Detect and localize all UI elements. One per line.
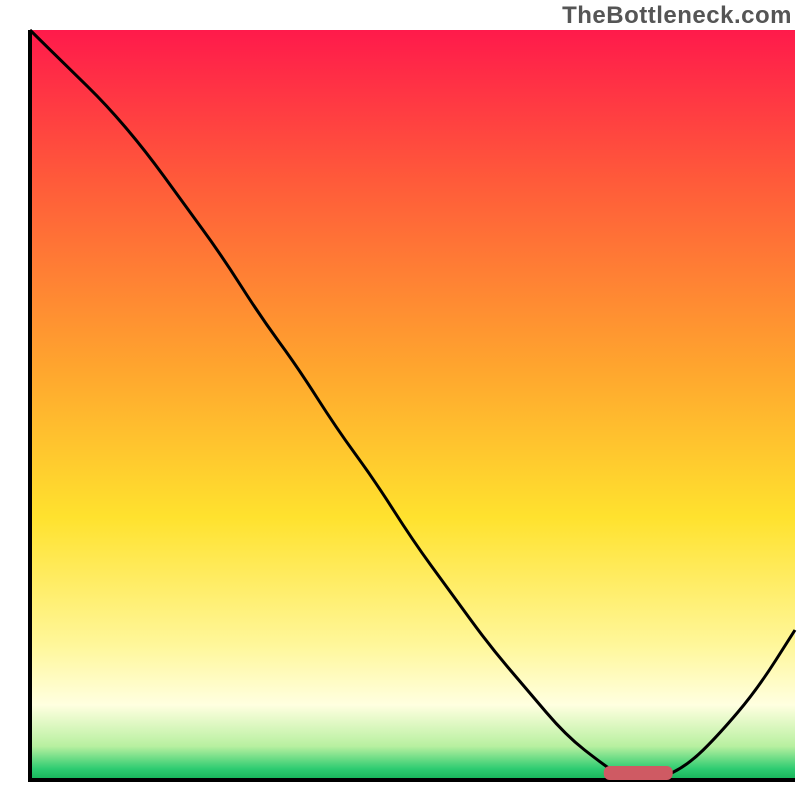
bottleneck-chart	[0, 0, 800, 800]
gradient-background	[30, 30, 795, 780]
optimal-range-marker	[604, 766, 673, 780]
chart-frame: TheBottleneck.com	[0, 0, 800, 800]
watermark-text: TheBottleneck.com	[562, 2, 792, 30]
